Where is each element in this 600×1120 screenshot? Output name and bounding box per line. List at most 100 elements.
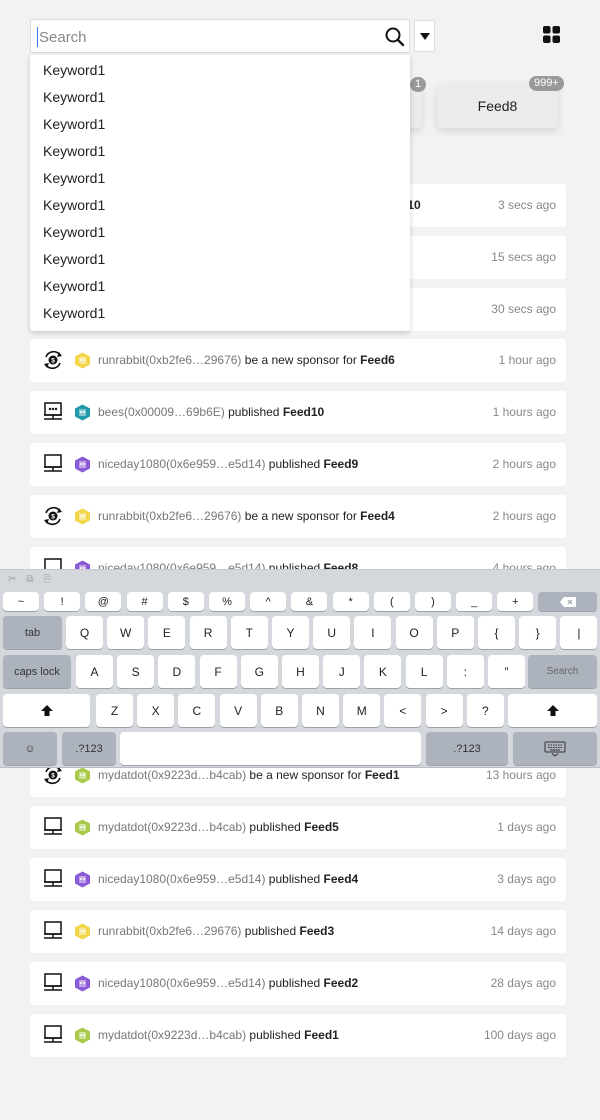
key-symbol[interactable]: @ bbox=[85, 592, 122, 611]
suggestion-item[interactable]: Keyword1 bbox=[30, 300, 410, 327]
key-letter[interactable]: L bbox=[405, 655, 443, 688]
avatar-icon[interactable] bbox=[74, 871, 91, 888]
copy-icon[interactable]: ⧉ bbox=[26, 574, 33, 588]
key-symbol[interactable]: & bbox=[291, 592, 328, 611]
key-symbol[interactable]: # bbox=[126, 592, 163, 611]
search-icon[interactable] bbox=[384, 26, 406, 48]
cut-icon[interactable]: ✂ bbox=[8, 574, 16, 588]
key-letter[interactable]: H bbox=[282, 655, 319, 688]
activity-feed[interactable]: Feed3 bbox=[299, 924, 334, 938]
key-letter[interactable]: A bbox=[76, 655, 113, 688]
activity-row[interactable]: $ runrabbit(0xb2fe6…29676) be a new spons… bbox=[30, 495, 566, 538]
search-box[interactable] bbox=[30, 19, 410, 53]
activity-row[interactable]: bees(0x00009…69b6E) published Feed10 1 ho… bbox=[30, 391, 566, 434]
activity-user[interactable]: runrabbit(0xb2fe6…29676) bbox=[98, 924, 241, 938]
activity-feed[interactable]: Feed5 bbox=[304, 820, 339, 834]
activity-row[interactable]: mydatdot(0x9223d…b4cab) published Feed1 1… bbox=[30, 1014, 566, 1057]
key-letter[interactable]: ? bbox=[466, 694, 504, 727]
key-letter[interactable]: S bbox=[117, 655, 155, 688]
activity-row[interactable]: $ runrabbit(0xb2fe6…29676) be a new spons… bbox=[30, 339, 566, 382]
numbers-key[interactable]: .?123 bbox=[426, 732, 508, 765]
paste-icon[interactable]: ⎘ bbox=[44, 574, 52, 588]
key-symbol[interactable]: * bbox=[332, 592, 369, 611]
activity-feed[interactable]: Feed1 bbox=[304, 1028, 339, 1042]
activity-feed[interactable]: Feed2 bbox=[324, 976, 359, 990]
key-letter[interactable]: Y bbox=[272, 616, 309, 649]
activity-feed[interactable]: Feed4 bbox=[360, 509, 395, 523]
key-letter[interactable]: | bbox=[560, 616, 598, 649]
key-letter[interactable]: X bbox=[137, 694, 175, 727]
key-letter[interactable]: K bbox=[364, 655, 402, 688]
shift-key[interactable] bbox=[508, 694, 597, 727]
suggestion-item[interactable]: Keyword1 bbox=[30, 84, 410, 111]
grid-view-icon[interactable] bbox=[543, 26, 560, 43]
key-symbol[interactable]: + bbox=[497, 592, 534, 611]
avatar-icon[interactable] bbox=[74, 404, 91, 421]
key-symbol[interactable]: ~ bbox=[3, 592, 39, 611]
key-symbol[interactable]: ( bbox=[373, 592, 410, 611]
space-key[interactable] bbox=[120, 732, 421, 765]
key-letter[interactable]: ” bbox=[488, 655, 525, 688]
key-symbol[interactable]: ! bbox=[44, 592, 81, 611]
activity-feed[interactable]: Feed10 bbox=[283, 405, 324, 419]
key-letter[interactable]: V bbox=[219, 694, 257, 727]
activity-row[interactable]: mydatdot(0x9223d…b4cab) published Feed5 1… bbox=[30, 806, 566, 849]
key-letter[interactable]: U bbox=[313, 616, 351, 649]
key-symbol[interactable]: ) bbox=[415, 592, 451, 611]
key-letter[interactable]: P bbox=[436, 616, 474, 649]
avatar-icon[interactable] bbox=[74, 767, 91, 784]
suggestion-item[interactable]: Keyword1 bbox=[30, 219, 410, 246]
avatar-icon[interactable] bbox=[74, 975, 91, 992]
key-letter[interactable]: W bbox=[107, 616, 145, 649]
activity-row[interactable]: niceday1080(0x6e959…e5d14) published Fee… bbox=[30, 858, 566, 901]
suggestion-item[interactable]: Keyword1 bbox=[30, 111, 410, 138]
key-letter[interactable]: : bbox=[446, 655, 484, 688]
activity-feed[interactable]: Feed4 bbox=[324, 872, 359, 886]
key-letter[interactable]: F bbox=[199, 655, 237, 688]
activity-feed[interactable]: Feed9 bbox=[324, 457, 359, 471]
suggestion-item[interactable]: Keyword1 bbox=[30, 273, 410, 300]
tab-key[interactable]: tab bbox=[3, 616, 62, 649]
emoji-key[interactable]: ☺ bbox=[3, 732, 57, 765]
suggestion-item[interactable]: Keyword1 bbox=[30, 192, 410, 219]
activity-feed[interactable]: Feed6 bbox=[360, 353, 395, 367]
search-dropdown-button[interactable] bbox=[414, 20, 435, 52]
activity-user[interactable]: niceday1080(0x6e959…e5d14) bbox=[98, 457, 265, 471]
key-letter[interactable]: G bbox=[240, 655, 278, 688]
search-input[interactable] bbox=[37, 27, 367, 47]
key-letter[interactable]: R bbox=[189, 616, 227, 649]
key-symbol[interactable]: _ bbox=[456, 592, 493, 611]
avatar-icon[interactable] bbox=[74, 456, 91, 473]
key-letter[interactable]: T bbox=[230, 616, 268, 649]
activity-row[interactable]: niceday1080(0x6e959…e5d14) published Fee… bbox=[30, 443, 566, 486]
key-letter[interactable]: > bbox=[425, 694, 463, 727]
activity-row[interactable]: runrabbit(0xb2fe6…29676) published Feed3… bbox=[30, 910, 566, 953]
avatar-icon[interactable] bbox=[74, 819, 91, 836]
key-letter[interactable]: J bbox=[323, 655, 361, 688]
key-letter[interactable]: B bbox=[260, 694, 298, 727]
activity-user[interactable]: niceday1080(0x6e959…e5d14) bbox=[98, 872, 265, 886]
activity-user[interactable]: mydatdot(0x9223d…b4cab) bbox=[98, 820, 246, 834]
key-letter[interactable]: { bbox=[478, 616, 515, 649]
activity-feed[interactable]: Feed1 bbox=[365, 768, 400, 782]
caps-lock-key[interactable]: caps lock bbox=[3, 655, 71, 688]
key-symbol[interactable]: $ bbox=[167, 592, 204, 611]
shift-key[interactable] bbox=[3, 694, 90, 727]
key-letter[interactable]: Q bbox=[66, 616, 103, 649]
key-letter[interactable]: } bbox=[519, 616, 557, 649]
suggestion-item[interactable]: Keyword1 bbox=[30, 165, 410, 192]
key-letter[interactable]: < bbox=[384, 694, 422, 727]
suggestion-item[interactable]: Keyword1 bbox=[30, 138, 410, 165]
activity-user[interactable]: bees(0x00009…69b6E) bbox=[98, 405, 225, 419]
key-letter[interactable]: E bbox=[148, 616, 186, 649]
avatar-icon[interactable] bbox=[74, 508, 91, 525]
key-letter[interactable]: O bbox=[395, 616, 433, 649]
key-letter[interactable]: C bbox=[178, 694, 216, 727]
key-letter[interactable]: I bbox=[354, 616, 392, 649]
avatar-icon[interactable] bbox=[74, 1027, 91, 1044]
suggestion-item[interactable]: Keyword1 bbox=[30, 246, 410, 273]
key-symbol[interactable]: % bbox=[209, 592, 245, 611]
key-letter[interactable]: Z bbox=[96, 694, 133, 727]
backspace-key[interactable] bbox=[538, 592, 597, 611]
activity-user[interactable]: mydatdot(0x9223d…b4cab) bbox=[98, 768, 246, 782]
